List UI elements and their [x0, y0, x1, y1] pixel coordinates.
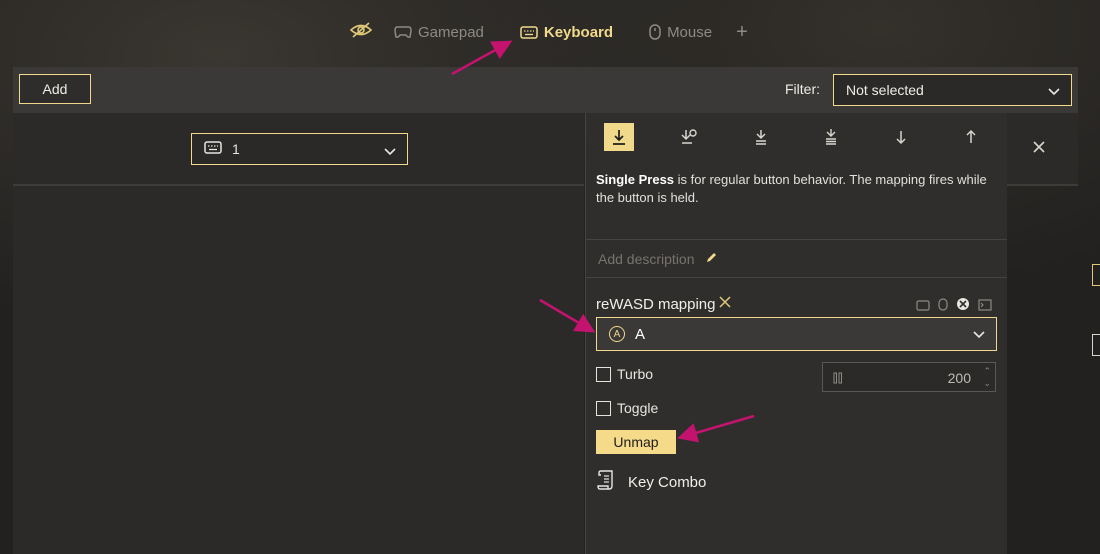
- turbo-speed-value: 200: [947, 370, 971, 386]
- double-press-icon[interactable]: [746, 123, 776, 151]
- tab-mouse[interactable]: Mouse: [649, 24, 712, 41]
- a-button-icon: A: [609, 326, 625, 342]
- gamepad-icon: [394, 25, 412, 39]
- divider: [13, 184, 584, 186]
- single-press-icon[interactable]: [604, 123, 634, 151]
- layer-select[interactable]: 1: [191, 133, 408, 165]
- unmap-button[interactable]: Unmap: [596, 430, 676, 454]
- hide-eye-icon[interactable]: [349, 21, 373, 44]
- chevron-down-icon: [383, 144, 397, 160]
- tab-keyboard[interactable]: Keyboard: [520, 24, 613, 41]
- triple-press-icon[interactable]: [816, 123, 846, 151]
- pause-icon: [833, 371, 843, 387]
- mouse-icon[interactable]: [938, 297, 948, 316]
- long-press-icon[interactable]: [674, 123, 704, 151]
- turbo-speed-input[interactable]: 200 ⌃ ⌄: [822, 362, 996, 392]
- mapping-type-icons: [916, 297, 992, 316]
- tab-gamepad-label: Gamepad: [418, 23, 484, 41]
- side-tab-icon[interactable]: [1092, 334, 1100, 356]
- add-description[interactable]: Add description: [598, 251, 717, 267]
- start-press-icon[interactable]: [886, 123, 916, 151]
- turbo-checkbox[interactable]: [596, 366, 611, 382]
- keyboard-icon[interactable]: [916, 298, 930, 316]
- press-description: Single Press is for regular button behav…: [596, 171, 996, 207]
- xbox-icon[interactable]: [956, 297, 970, 316]
- mapping-select[interactable]: A A: [596, 317, 997, 351]
- press-type-bar: [604, 123, 994, 153]
- mapping-title-label: reWASD mapping: [596, 295, 716, 313]
- layer-select-value: 1: [232, 141, 240, 157]
- chevron-down-icon: [972, 327, 986, 344]
- add-device-icon[interactable]: +: [736, 21, 748, 44]
- divider: [586, 277, 1007, 278]
- divider: [1006, 184, 1078, 186]
- tab-gamepad[interactable]: Gamepad: [394, 24, 484, 41]
- filter-label: Filter:: [785, 81, 820, 97]
- filter-select[interactable]: Not selected: [833, 74, 1072, 106]
- chevron-down-icon: [1047, 84, 1061, 100]
- remove-mapping-icon[interactable]: [718, 295, 732, 313]
- tab-keyboard-label: Keyboard: [543, 23, 614, 41]
- toggle-label: Toggle: [617, 400, 659, 416]
- press-description-bold: Single Press: [596, 172, 675, 187]
- stepper-icon[interactable]: ⌃ ⌄: [983, 365, 991, 389]
- mapping-panel: Single Press is for regular button behav…: [585, 113, 1007, 554]
- filter-value: Not selected: [846, 82, 924, 98]
- tab-mouse-label: Mouse: [667, 23, 713, 41]
- turbo-option[interactable]: Turbo: [596, 366, 653, 382]
- mapping-title: reWASD mapping: [596, 295, 732, 313]
- turbo-label: Turbo: [617, 366, 654, 382]
- divider: [586, 239, 1007, 240]
- key-combo[interactable]: Key Combo: [596, 469, 706, 495]
- release-icon[interactable]: [956, 123, 986, 151]
- add-button[interactable]: Add: [19, 74, 91, 104]
- keyboard-icon: [520, 25, 538, 39]
- left-panel: 1: [13, 113, 584, 554]
- close-icon[interactable]: [1032, 140, 1046, 159]
- keyboard-icon: [204, 141, 222, 157]
- device-tabs: Gamepad Keyboard Mouse +: [349, 18, 748, 46]
- add-description-placeholder: Add description: [598, 251, 695, 267]
- scroll-icon: [596, 469, 616, 495]
- mouse-icon: [649, 24, 661, 40]
- side-tab-icon[interactable]: [1092, 264, 1100, 286]
- mapping-select-value: A: [635, 325, 646, 343]
- toolbar: Add Filter: Not selected: [13, 67, 1078, 113]
- toggle-checkbox[interactable]: [596, 400, 611, 416]
- pencil-icon: [705, 251, 717, 267]
- terminal-icon[interactable]: [978, 298, 992, 316]
- key-combo-label: Key Combo: [628, 473, 707, 491]
- toggle-option[interactable]: Toggle: [596, 400, 658, 416]
